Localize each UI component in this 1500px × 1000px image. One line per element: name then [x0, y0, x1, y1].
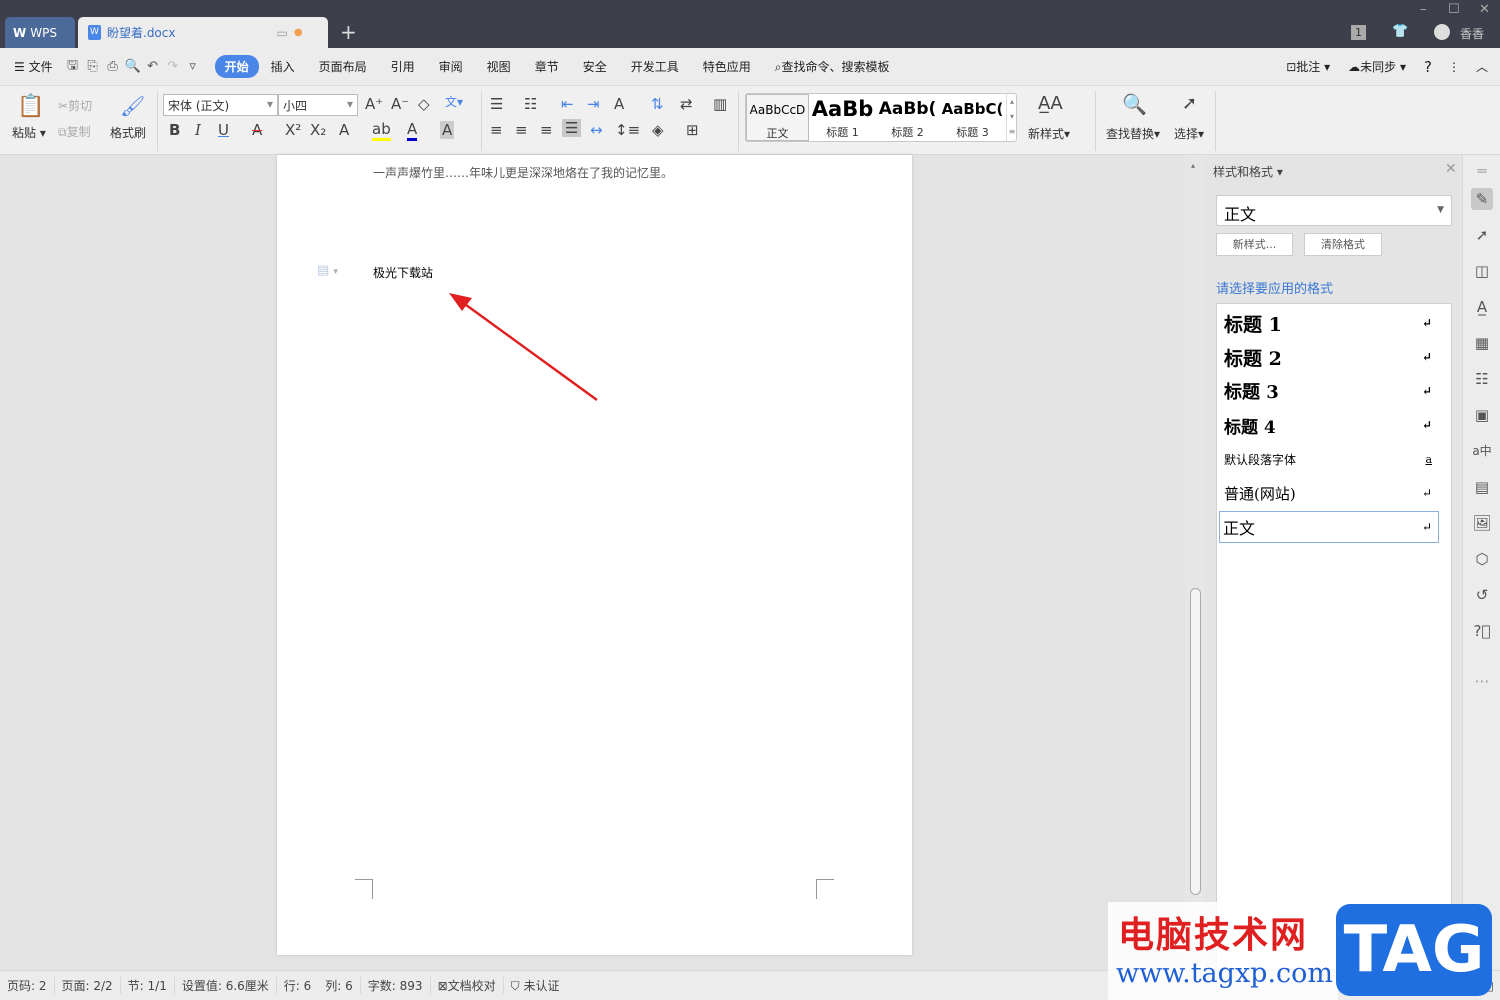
archive-icon[interactable]: ▤ [1471, 476, 1493, 498]
status-page-code[interactable]: 页码: 2 [0, 977, 55, 994]
certification-button[interactable]: ⛉ 未认证 [504, 977, 567, 994]
style-name: 普通(网站) [1224, 484, 1296, 503]
proofread-icon: ⊠ [437, 979, 448, 993]
paragraph-mark-icon: ↵ [1421, 384, 1432, 398]
new-style-button[interactable]: 新样式... [1216, 233, 1293, 256]
shapes-icon[interactable]: ◫ [1471, 260, 1493, 282]
cert-label: 未认证 [523, 979, 560, 993]
proofread-label: 文档校对 [447, 979, 496, 993]
style-item-heading-2[interactable]: 标题 2 ↵ [1223, 341, 1438, 373]
status-setting[interactable]: 设置值: 6.6厘米 [175, 977, 277, 994]
proofread-button[interactable]: ⊠文档校对 [431, 977, 504, 994]
table-icon[interactable]: ▦ [1471, 332, 1493, 354]
paragraph-mark-icon: ↵ [1421, 520, 1432, 534]
watermark: 电脑技术网 www.tagxp.com TAG [1108, 902, 1500, 1000]
status-col[interactable]: 列: 6 [318, 977, 361, 994]
panel-title[interactable]: 样式和格式 ▾ [1213, 163, 1283, 180]
style-item-normal-web[interactable]: 普通(网站) ↵ [1223, 477, 1438, 509]
style-item-heading-4[interactable]: 标题 4 ↵ [1223, 409, 1438, 441]
clear-format-button[interactable]: 清除格式 [1304, 233, 1382, 256]
style-item-heading-3[interactable]: 标题 3 ↵ [1223, 375, 1438, 407]
more-icon[interactable]: ⋯ [1471, 670, 1493, 692]
style-list: 标题 1 ↵ 标题 2 ↵ 标题 3 ↵ 标题 4 ↵ 默认段落字体 a 普通(网站) ↵ … [1216, 303, 1452, 970]
status-section[interactable]: 节: 1/1 [121, 977, 175, 994]
tag-logo: TAG [1336, 904, 1492, 996]
drag-handle-icon[interactable]: ═ [1471, 160, 1493, 182]
watermark-url: www.tagxp.com [1116, 958, 1334, 989]
status-word-count[interactable]: 字数: 893 [361, 977, 431, 994]
arrow-head [449, 293, 472, 311]
style-name: 正文 [1223, 519, 1256, 538]
panel-title-label: 样式和格式 [1213, 165, 1274, 179]
vertical-scrollbar[interactable]: ▴ [1185, 155, 1205, 970]
close-panel-icon[interactable]: ✕ [1445, 161, 1457, 177]
paragraph-mark-icon: ↵ [1421, 316, 1432, 330]
style-name: 标题 1 [1224, 313, 1282, 336]
watermark-site-name: 电脑技术网 [1118, 915, 1309, 956]
history-icon[interactable]: ↺ [1471, 584, 1493, 606]
char-style-icon: a [1425, 452, 1432, 466]
settings-sliders-icon[interactable]: ☷ [1471, 368, 1493, 390]
current-style-select[interactable]: 正文 ▼ [1216, 195, 1452, 226]
shield-icon[interactable]: ⬡ [1471, 548, 1493, 570]
styles-panel: 样式和格式 ▾ ✕ 正文 ▼ 新样式... 清除格式 请选择要应用的格式 标题 1… [1205, 155, 1462, 970]
paragraph-mark-icon: ↵ [1421, 418, 1432, 432]
status-row[interactable]: 行: 6 [277, 977, 319, 994]
style-name: 标题 4 [1224, 417, 1276, 438]
style-name: 标题 3 [1224, 382, 1279, 403]
picture-frame-icon[interactable]: ▣ [1471, 404, 1493, 426]
style-item-default-font[interactable]: 默认段落字体 a [1223, 443, 1438, 475]
paragraph-mark-icon: ↵ [1421, 350, 1432, 364]
style-item-normal[interactable]: 正文 ↵ [1219, 511, 1439, 543]
shield-check-icon: ⛉ [510, 979, 524, 993]
style-pen-icon[interactable]: ✎ [1471, 188, 1493, 210]
select-cursor-icon[interactable]: ➚ [1471, 224, 1493, 246]
scroll-up-icon[interactable]: ▴ [1191, 161, 1195, 170]
help-circle-icon[interactable]: ?⃝ [1471, 620, 1493, 642]
text-style-icon[interactable]: A̲ [1471, 296, 1493, 318]
side-toolbar: ═ ✎ ➚ ◫ A̲ ▦ ☷ ▣ a中 ▤ 🖼 ⬡ ↺ ?⃝ ⋯ [1462, 155, 1500, 970]
current-style-value: 正文 [1224, 205, 1257, 224]
apply-format-prompt: 请选择要应用的格式 [1216, 282, 1334, 297]
style-name: 标题 2 [1224, 347, 1282, 370]
translate-icon[interactable]: a中 [1471, 440, 1493, 462]
paragraph-mark-icon: ↵ [1421, 486, 1432, 500]
style-name: 默认段落字体 [1224, 452, 1297, 467]
scrollbar-thumb[interactable] [1190, 588, 1201, 895]
image-icon[interactable]: 🖼 [1471, 512, 1493, 534]
style-item-heading-1[interactable]: 标题 1 ↵ [1223, 307, 1438, 339]
status-page[interactable]: 页面: 2/2 [55, 977, 121, 994]
arrow-shaft [461, 300, 598, 402]
